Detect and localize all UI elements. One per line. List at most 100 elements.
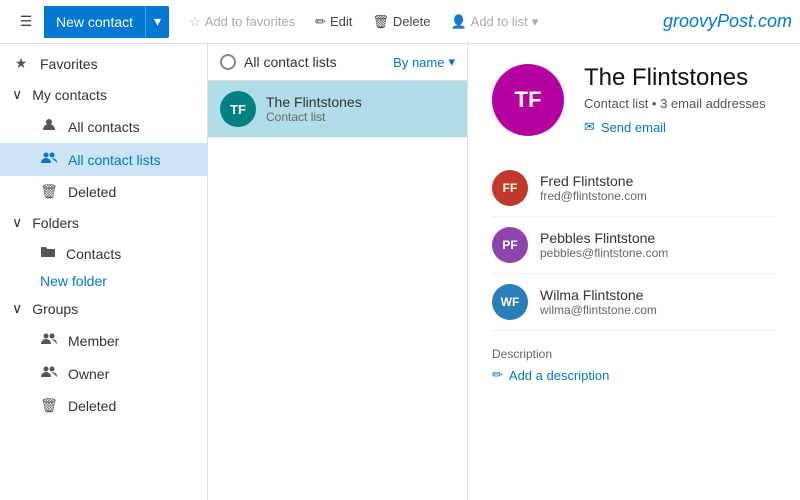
sort-arrow-icon: ▾ bbox=[448, 54, 455, 70]
member-info: Pebbles Flintstone pebbles@flintstone.co… bbox=[540, 230, 668, 260]
add-description-button[interactable]: ✏ Add a description bbox=[492, 367, 776, 383]
contact-list-info: The Flintstones Contact list bbox=[266, 94, 362, 124]
sidebar-item-contacts-sub[interactable]: Contacts bbox=[40, 238, 207, 269]
contact-list-header-label: All contact lists bbox=[244, 54, 337, 70]
edit-label: Edit bbox=[330, 14, 352, 29]
detail-panel: TF The Flintstones Contact list • 3 emai… bbox=[468, 44, 800, 500]
member-email: fred@flintstone.com bbox=[540, 189, 647, 203]
add-to-list-arrow-icon: ▾ bbox=[532, 14, 539, 30]
detail-info: The Flintstones Contact list • 3 email a… bbox=[584, 64, 766, 135]
trash-icon: 🗑 bbox=[40, 183, 58, 200]
detail-header: TF The Flintstones Contact list • 3 emai… bbox=[492, 64, 776, 136]
toolbar: ☰ New contact ▾ ☆ Add to favorites ✏ Edi… bbox=[0, 0, 800, 44]
member-item[interactable]: WF Wilma Flintstone wilma@flintstone.com bbox=[492, 274, 776, 331]
hamburger-icon: ☰ bbox=[20, 13, 33, 30]
sidebar-item-favorites-label: Favorites bbox=[40, 56, 98, 72]
person-group-owner-icon bbox=[40, 364, 58, 383]
sidebar-item-groups-label: Groups bbox=[32, 301, 78, 317]
pencil-icon: ✏ bbox=[492, 367, 503, 383]
sidebar-item-owner-label: Owner bbox=[68, 366, 109, 382]
add-favorites-label: Add to favorites bbox=[205, 14, 295, 29]
sidebar-item-all-contact-lists[interactable]: All contact lists bbox=[0, 143, 207, 176]
member-name: Fred Flintstone bbox=[540, 173, 647, 189]
new-folder-label: New folder bbox=[40, 273, 107, 289]
all-lists-radio[interactable] bbox=[220, 54, 236, 70]
chevron-down-icon: ∨ bbox=[12, 86, 22, 103]
member-email: wilma@flintstone.com bbox=[540, 303, 657, 317]
sidebar-folders-sub: Contacts New folder bbox=[0, 238, 207, 293]
sidebar-item-deleted-label: Deleted bbox=[68, 184, 116, 200]
delete-button[interactable]: 🗑 Delete bbox=[364, 10, 438, 34]
sidebar-new-folder-link[interactable]: New folder bbox=[40, 269, 207, 293]
trash-icon-2: 🗑 bbox=[40, 397, 58, 414]
sort-label: By name bbox=[393, 55, 444, 70]
sidebar-item-contacts-sub-label: Contacts bbox=[66, 246, 121, 262]
edit-button[interactable]: ✏ Edit bbox=[307, 10, 360, 34]
sidebar-item-owner[interactable]: Owner bbox=[0, 357, 207, 390]
send-email-label: Send email bbox=[601, 120, 666, 135]
contact-list-header-left: All contact lists bbox=[220, 54, 337, 70]
sidebar-item-my-contacts[interactable]: ∨ My contacts bbox=[0, 79, 207, 110]
send-email-button[interactable]: ✉ Send email bbox=[584, 119, 766, 135]
member-info: Fred Flintstone fred@flintstone.com bbox=[540, 173, 647, 203]
description-label: Description bbox=[492, 347, 776, 361]
sidebar-item-member[interactable]: Member bbox=[0, 324, 207, 357]
sidebar-item-deleted2[interactable]: 🗑 Deleted bbox=[0, 390, 207, 421]
add-description-label: Add a description bbox=[509, 368, 609, 383]
sort-button[interactable]: By name ▾ bbox=[393, 54, 455, 70]
sidebar-item-deleted2-label: Deleted bbox=[68, 398, 116, 414]
hamburger-button[interactable]: ☰ bbox=[8, 4, 44, 40]
detail-avatar: TF bbox=[492, 64, 564, 136]
new-contact-main[interactable]: New contact bbox=[44, 6, 146, 38]
add-favorites-button[interactable]: ☆ Add to favorites bbox=[181, 10, 303, 34]
sidebar-item-all-contacts-label: All contacts bbox=[68, 119, 140, 135]
add-to-list-label: Add to list bbox=[471, 14, 528, 29]
chevron-down-icon-folders: ∨ bbox=[12, 214, 22, 231]
contact-list-header: All contact lists By name ▾ bbox=[208, 44, 467, 81]
sidebar-item-favorites[interactable]: ★ Favorites bbox=[0, 48, 207, 79]
contact-members-list: FF Fred Flintstone fred@flintstone.com P… bbox=[492, 160, 776, 331]
sidebar-item-groups[interactable]: ∨ Groups bbox=[0, 293, 207, 324]
groovy-logo: groovyPost.com bbox=[663, 11, 792, 32]
contact-list-name: The Flintstones bbox=[266, 94, 362, 110]
add-to-list-icon: 👤 bbox=[450, 14, 466, 30]
person-group-icon bbox=[40, 150, 58, 169]
chevron-down-icon-groups: ∨ bbox=[12, 300, 22, 317]
sidebar: ★ Favorites ∨ My contacts All contacts A… bbox=[0, 44, 208, 500]
contact-list-panel: All contact lists By name ▾ TF The Flint… bbox=[208, 44, 468, 500]
dropdown-arrow-icon: ▾ bbox=[154, 13, 161, 30]
contact-list-item-flintstones[interactable]: TF The Flintstones Contact list bbox=[208, 81, 467, 138]
new-contact-button[interactable]: New contact ▾ bbox=[44, 6, 169, 38]
member-email: pebbles@flintstone.com bbox=[540, 246, 668, 260]
person-group-member-icon bbox=[40, 331, 58, 350]
member-item[interactable]: FF Fred Flintstone fred@flintstone.com bbox=[492, 160, 776, 217]
person-icon bbox=[40, 117, 58, 136]
groovy-logo-text: groovyPost.com bbox=[663, 11, 792, 31]
sidebar-item-folders-label: Folders bbox=[32, 215, 79, 231]
member-avatar: PF bbox=[492, 227, 528, 263]
contact-initials: TF bbox=[230, 102, 246, 117]
member-name: Pebbles Flintstone bbox=[540, 230, 668, 246]
folder-icon bbox=[40, 244, 56, 263]
member-info: Wilma Flintstone wilma@flintstone.com bbox=[540, 287, 657, 317]
contact-list-type: Contact list bbox=[266, 110, 362, 124]
sidebar-item-all-contacts[interactable]: All contacts bbox=[0, 110, 207, 143]
description-section: Description ✏ Add a description bbox=[492, 347, 776, 383]
add-to-list-button[interactable]: 👤 Add to list ▾ bbox=[442, 10, 546, 34]
star-icon: ☆ bbox=[189, 14, 201, 30]
detail-meta: Contact list • 3 email addresses bbox=[584, 96, 766, 111]
main-area: ★ Favorites ∨ My contacts All contacts A… bbox=[0, 44, 800, 500]
sidebar-item-all-contact-lists-label: All contact lists bbox=[68, 152, 161, 168]
delete-icon: 🗑 bbox=[372, 14, 389, 30]
new-contact-dropdown[interactable]: ▾ bbox=[146, 6, 169, 38]
sidebar-item-my-contacts-label: My contacts bbox=[32, 87, 107, 103]
member-avatar: WF bbox=[492, 284, 528, 320]
detail-name: The Flintstones bbox=[584, 64, 766, 92]
sidebar-item-deleted[interactable]: 🗑 Deleted bbox=[0, 176, 207, 207]
new-contact-label: New contact bbox=[56, 14, 133, 30]
member-name: Wilma Flintstone bbox=[540, 287, 657, 303]
sidebar-item-folders[interactable]: ∨ Folders bbox=[0, 207, 207, 238]
member-item[interactable]: PF Pebbles Flintstone pebbles@flintstone… bbox=[492, 217, 776, 274]
member-avatar: FF bbox=[492, 170, 528, 206]
envelope-icon: ✉ bbox=[584, 119, 595, 135]
